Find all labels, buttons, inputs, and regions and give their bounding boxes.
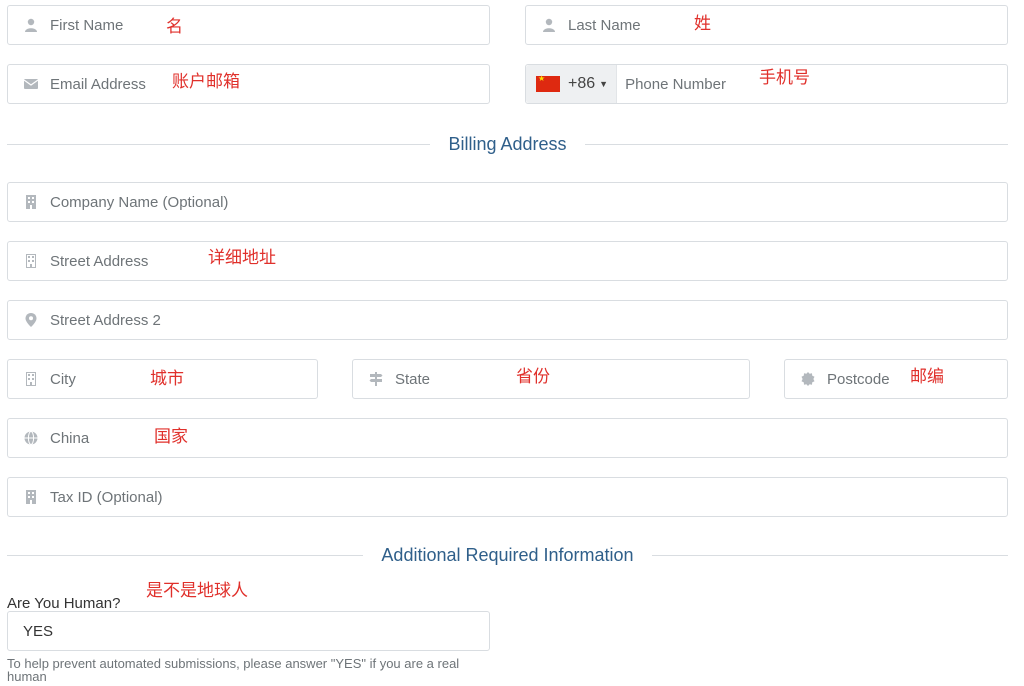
last-name-placeholder: Last Name [568, 16, 641, 34]
last-name-note: 姓 [694, 14, 711, 34]
user-icon [542, 18, 556, 32]
email-field[interactable]: Email Address [7, 64, 490, 104]
china-flag-icon [536, 74, 560, 92]
city-placeholder: City [50, 370, 76, 388]
tax-id-field[interactable]: Tax ID (Optional) [7, 477, 1008, 517]
first-name-note: 名 [166, 17, 183, 37]
city-note: 城市 [150, 369, 184, 389]
postcode-field[interactable]: Postcode [784, 359, 1008, 399]
globe-icon [24, 431, 38, 445]
country-code-selector[interactable]: +86 ▼ [526, 65, 618, 103]
user-icon [24, 18, 38, 32]
country-value: China [50, 429, 90, 447]
state-note: 省份 [516, 367, 550, 387]
street-address-2-field[interactable]: Street Address 2 [7, 300, 1008, 340]
divider [651, 554, 1008, 556]
email-placeholder: Email Address [50, 75, 146, 93]
company-name-placeholder: Company Name (Optional) [50, 193, 229, 211]
building-icon [24, 195, 38, 209]
email-note: 账户邮箱 [172, 72, 240, 92]
street-address-note: 详细地址 [208, 248, 276, 268]
additional-info-heading: Additional Required Information [7, 543, 1008, 567]
human-answer-input[interactable]: YES [7, 611, 490, 651]
billing-address-title: Billing Address [448, 133, 567, 154]
envelope-icon [24, 77, 38, 91]
street-address-2-placeholder: Street Address 2 [50, 311, 161, 329]
phone-placeholder: Phone Number [625, 75, 726, 93]
building-outline-icon [24, 254, 38, 268]
country-note: 国家 [154, 427, 188, 447]
additional-info-title: Additional Required Information [381, 544, 634, 565]
phone-note: 手机号 [759, 68, 810, 88]
divider [584, 143, 1009, 145]
postcode-note: 邮编 [910, 367, 944, 387]
first-name-placeholder: First Name [50, 16, 124, 34]
building-icon [24, 490, 38, 504]
state-placeholder: State [395, 370, 431, 388]
postcode-placeholder: Postcode [827, 370, 890, 388]
first-name-field[interactable]: First Name [7, 5, 490, 45]
tax-id-placeholder: Tax ID (Optional) [50, 488, 163, 506]
signpost-icon [369, 372, 383, 386]
divider [7, 143, 431, 145]
state-field[interactable]: State [352, 359, 750, 399]
human-help-text: To help prevent automated submissions, p… [7, 656, 460, 684]
company-name-field[interactable]: Company Name (Optional) [7, 182, 1008, 222]
human-note: 是不是地球人 [146, 581, 248, 601]
billing-address-heading: Billing Address [7, 132, 1009, 156]
last-name-field[interactable]: Last Name [525, 5, 1008, 45]
building-outline-icon [24, 372, 38, 386]
map-marker-icon [24, 313, 38, 327]
divider [7, 554, 364, 556]
dial-code: +86 [568, 75, 596, 92]
caret-down-icon: ▼ [599, 79, 609, 89]
street-address-placeholder: Street Address [50, 252, 149, 270]
human-question-label: Are You Human? [7, 595, 121, 612]
street-address-field[interactable]: Street Address [7, 241, 1008, 281]
certificate-icon [801, 372, 815, 386]
